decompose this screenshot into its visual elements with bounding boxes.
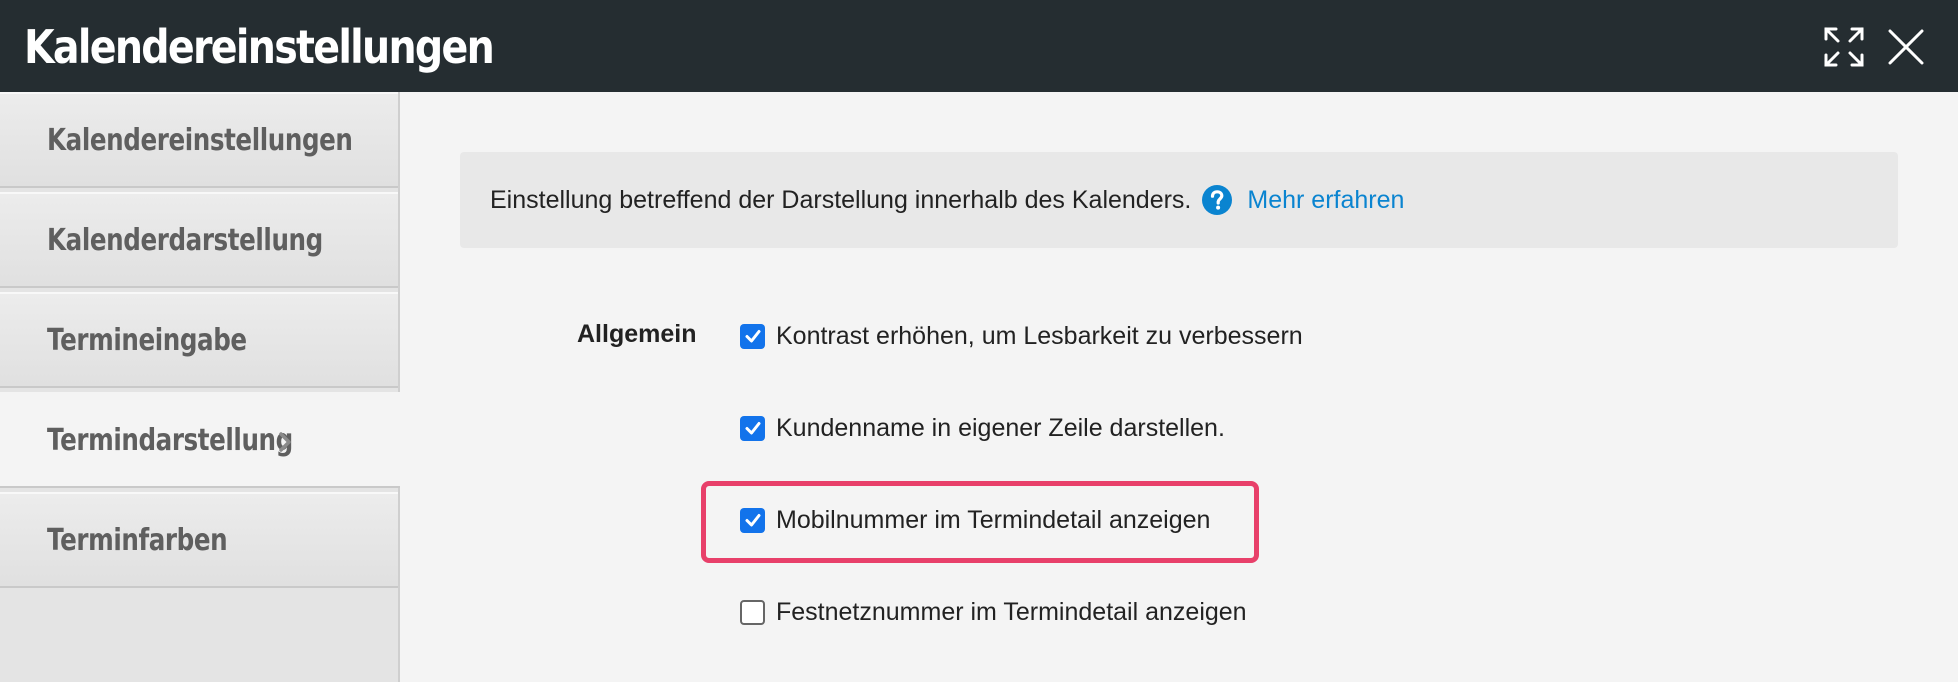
option-mobilnummer[interactable]: Mobilnummer im Termindetail anzeigen (740, 503, 1210, 537)
info-text: Einstellung betreffend der Darstellung i… (490, 185, 1192, 214)
option-label: Kundenname in eigener Zeile darstellen. (776, 413, 1225, 442)
section-label-allgemein: Allgemein (577, 320, 697, 348)
option-label: Kontrast erhöhen, um Lesbarkeit zu verbe… (776, 321, 1303, 350)
sidebar-item-label: Kalendereinstellungen (47, 122, 353, 158)
sidebar-item-label: Kalenderdarstellung (47, 222, 323, 258)
sidebar-item-kalendereinstellungen[interactable]: Kalendereinstellungen (0, 92, 398, 188)
sidebar-item-kalenderdarstellung[interactable]: Kalenderdarstellung (0, 192, 398, 288)
sidebar-item-label: Termineingabe (47, 322, 247, 358)
sidebar-item-termineingabe[interactable]: Termineingabe (0, 292, 398, 388)
option-festnetznummer[interactable]: Festnetznummer im Termindetail anzeigen (740, 595, 1247, 629)
option-label: Mobilnummer im Termindetail anzeigen (776, 505, 1211, 534)
info-box: Einstellung betreffend der Darstellung i… (460, 152, 1898, 248)
checkbox-unchecked[interactable] (740, 599, 765, 625)
close-button[interactable] (1881, 22, 1931, 72)
checkbox-checked[interactable] (740, 323, 765, 349)
option-kontrast[interactable]: Kontrast erhöhen, um Lesbarkeit zu verbe… (740, 319, 1303, 353)
checkbox-checked[interactable] (740, 415, 765, 441)
window-title: Kalendereinstellungen (24, 20, 495, 74)
chevron-right-icon (279, 432, 291, 452)
title-bar: Kalendereinstellungen (0, 0, 1958, 92)
learn-more-link[interactable]: Mehr erfahren (1247, 186, 1404, 215)
expand-icon (1824, 27, 1864, 67)
checkbox-checked[interactable] (740, 507, 765, 533)
sidebar-item-terminfarben[interactable]: Terminfarben (0, 492, 398, 588)
question-circle-icon[interactable] (1201, 184, 1233, 216)
sidebar: Kalendereinstellungen Kalenderdarstellun… (0, 92, 400, 682)
sidebar-item-termindarstellung[interactable]: Termindarstellung (0, 392, 400, 488)
close-icon (1888, 29, 1924, 65)
option-label: Festnetznummer im Termindetail anzeigen (776, 597, 1247, 626)
checkmark-icon (745, 514, 760, 527)
sidebar-item-label: Terminfarben (47, 522, 228, 558)
checkmark-icon (745, 330, 760, 343)
expand-button[interactable] (1819, 22, 1869, 72)
sidebar-item-label: Termindarstellung (47, 422, 293, 458)
checkmark-icon (745, 422, 760, 435)
option-kundenname[interactable]: Kundenname in eigener Zeile darstellen. (740, 411, 1225, 445)
